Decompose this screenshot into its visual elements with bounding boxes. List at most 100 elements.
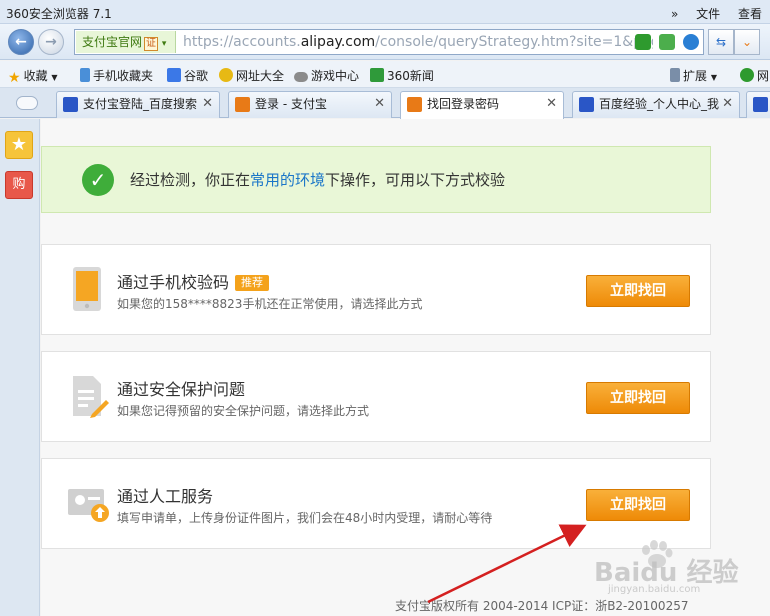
alipay-icon xyxy=(407,97,422,112)
close-icon[interactable]: ✕ xyxy=(546,92,557,116)
bookmark-games[interactable]: 游戏中心 xyxy=(294,67,359,84)
back-arrow-icon: ← xyxy=(15,34,27,50)
close-icon[interactable]: ✕ xyxy=(374,92,385,116)
document-pen-icon xyxy=(73,376,109,418)
gamepad-icon xyxy=(294,72,308,82)
url-text[interactable]: https://accounts.alipay.com/console/quer… xyxy=(183,34,653,50)
recover-via-question-button[interactable]: 立即找回 xyxy=(586,382,690,414)
bookmark-label: 网址大全 xyxy=(236,69,285,83)
dropdown-icon: ▾ xyxy=(161,39,167,49)
tab-label: 支付宝登陆_百度搜索 xyxy=(83,97,198,111)
url-prefix: https://accounts. xyxy=(183,34,301,50)
url-actions xyxy=(631,34,699,53)
tab-label: 百度经验_个人中心_我 xyxy=(599,97,720,111)
back-button[interactable]: ← xyxy=(8,29,34,55)
baidu-paw-icon xyxy=(579,97,594,112)
site-badge-label: 支付宝官网 xyxy=(82,35,143,49)
tab-baidu-search[interactable]: 支付宝登陆_百度搜索 ✕ xyxy=(56,91,220,118)
option-title: 通过手机校验码 推荐 xyxy=(117,269,270,293)
title-menu: » 文件 查看 xyxy=(657,5,762,22)
tab-partial[interactable] xyxy=(746,91,770,118)
bookmark-label: 手机收藏夹 xyxy=(93,69,154,83)
shopping-bag-icon[interactable]: 购 xyxy=(5,171,33,199)
bookmark-label: 游戏中心 xyxy=(311,69,360,83)
menu-dropdown-icon[interactable]: ⌄ xyxy=(734,29,760,55)
verified-site-badge[interactable]: 支付宝官网证 ▾ xyxy=(76,31,176,53)
bookmark-label: 网 xyxy=(757,69,770,83)
tab-bar: 支付宝登陆_百度搜索 ✕ 登录 - 支付宝 ✕ 找回登录密码 ✕ 百度经验_个人… xyxy=(0,88,770,119)
browser-sidebar: ★ 购 xyxy=(0,119,40,616)
menu-file[interactable]: 文件 xyxy=(696,7,720,21)
notice-message: 经过检测，你正在常用的环境下操作，可用以下方式校验 xyxy=(130,169,505,190)
extension-icon xyxy=(670,68,680,82)
watermark-url: jingyan.baidu.com xyxy=(608,584,701,595)
bookmarks-bar: ★ 收藏 ▼ 手机收藏夹 谷歌 网址大全 游戏中心 360新闻 扩展 ▼ 网 xyxy=(0,61,770,88)
baidu-paw-icon xyxy=(63,97,78,112)
bookmark-label: 扩展 xyxy=(683,69,708,83)
address-right-tools: ⇆ ⌄ xyxy=(708,29,766,55)
option-description: 填写申请单，上传身份证件图片，我们会在48小时内受理，请耐心等待 xyxy=(117,511,493,525)
title-bar: 360安全浏览器 7.1 » 文件 查看 xyxy=(0,0,770,24)
tab-recover-password[interactable]: 找回登录密码 ✕ xyxy=(400,91,564,119)
close-icon[interactable]: ✕ xyxy=(202,92,213,116)
bookmark-web[interactable]: 网 xyxy=(740,67,769,84)
bookmark-google[interactable]: 谷歌 xyxy=(167,67,208,84)
bookmark-favorites[interactable]: ★ 收藏 ▼ xyxy=(8,67,58,85)
option-title: 通过人工服务 xyxy=(117,487,214,506)
notice-text: 经过检测，你正在 xyxy=(130,171,251,189)
recover-via-phone-button[interactable]: 立即找回 xyxy=(586,275,690,307)
notice-text: 下操作，可用以下方式校验 xyxy=(325,171,506,189)
menu-view[interactable]: 查看 xyxy=(738,7,762,21)
environment-notice: ✓ 经过检测，你正在常用的环境下操作，可用以下方式校验 xyxy=(41,146,711,213)
option-security-question: 通过安全保护问题 如果您记得预留的安全保护问题，请选择此方式 立即找回 xyxy=(41,351,711,442)
bookmark-directory[interactable]: 网址大全 xyxy=(219,67,284,84)
extensions-button[interactable]: 扩展 ▼ xyxy=(670,67,717,84)
option-description: 如果您的158****8823手机还在正常使用，请选择此方式 xyxy=(117,297,423,311)
baidu-paw-icon xyxy=(753,97,768,112)
bookmark-label: 收藏 xyxy=(23,69,48,83)
star-icon: ★ xyxy=(8,70,21,86)
switch-mode-icon[interactable]: ⇆ xyxy=(708,29,734,55)
security-shield-icon[interactable] xyxy=(635,34,652,50)
forward-button[interactable]: → xyxy=(38,29,64,55)
baidu-jingyan-watermark: Baidu 经验 jingyan.baidu.com xyxy=(594,540,744,595)
favorites-star-icon[interactable]: ★ xyxy=(5,131,33,159)
tab-label: 登录 - 支付宝 xyxy=(255,97,327,111)
recommended-badge: 推荐 xyxy=(235,275,270,291)
phone-icon xyxy=(80,68,90,82)
url-suffix: /console/queryStrategy.htm?site=1&page_t xyxy=(375,34,653,50)
option-manual-service: 通过人工服务 填写申请单，上传身份证件图片，我们会在48小时内受理，请耐心等待 … xyxy=(41,458,711,549)
tab-baidu-jingyan[interactable]: 百度经验_个人中心_我 ✕ xyxy=(572,91,740,118)
shield-icon xyxy=(740,68,754,82)
bookmark-news[interactable]: 360新闻 xyxy=(370,67,434,84)
option-description: 如果您记得预留的安全保护问题，请选择此方式 xyxy=(117,404,370,418)
option-phone-code: 通过手机校验码 推荐 如果您的158****8823手机还在正常使用，请选择此方式… xyxy=(41,244,711,335)
google-icon xyxy=(167,68,181,82)
url-domain: alipay.com xyxy=(300,34,376,50)
dropdown-icon: ▼ xyxy=(51,73,58,82)
url-field[interactable]: 支付宝官网证 ▾ https://accounts.alipay.com/con… xyxy=(74,29,704,55)
check-icon: ✓ xyxy=(82,164,114,196)
common-environment-link[interactable]: 常用的环境 xyxy=(250,171,325,189)
id-card-upload-icon xyxy=(68,489,109,522)
share-icon[interactable] xyxy=(659,34,676,50)
option-title-text: 通过手机校验码 xyxy=(117,273,230,292)
tab-alipay-login[interactable]: 登录 - 支付宝 ✕ xyxy=(228,91,392,118)
refresh-icon[interactable] xyxy=(683,34,699,50)
mobile-phone-icon xyxy=(73,267,101,311)
recover-via-manual-button[interactable]: 立即找回 xyxy=(586,489,690,521)
cloud-icon[interactable] xyxy=(16,96,38,110)
option-title: 通过安全保护问题 xyxy=(117,380,246,399)
close-icon[interactable]: ✕ xyxy=(722,92,733,116)
dropdown-icon: ▼ xyxy=(710,73,717,82)
url-directory-icon xyxy=(219,68,233,82)
certificate-icon: 证 xyxy=(144,37,159,51)
bookmark-label: 360新闻 xyxy=(387,69,434,83)
forward-arrow-icon: → xyxy=(45,34,57,50)
more-chevron-button[interactable]: » xyxy=(671,7,678,21)
tab-label: 找回登录密码 xyxy=(427,97,500,111)
bookmark-mobile[interactable]: 手机收藏夹 xyxy=(80,67,153,84)
bookmark-label: 谷歌 xyxy=(184,69,209,83)
alipay-icon xyxy=(235,97,250,112)
address-toolbar: ← → 支付宝官网证 ▾ https://accounts.alipay.com… xyxy=(0,24,770,60)
